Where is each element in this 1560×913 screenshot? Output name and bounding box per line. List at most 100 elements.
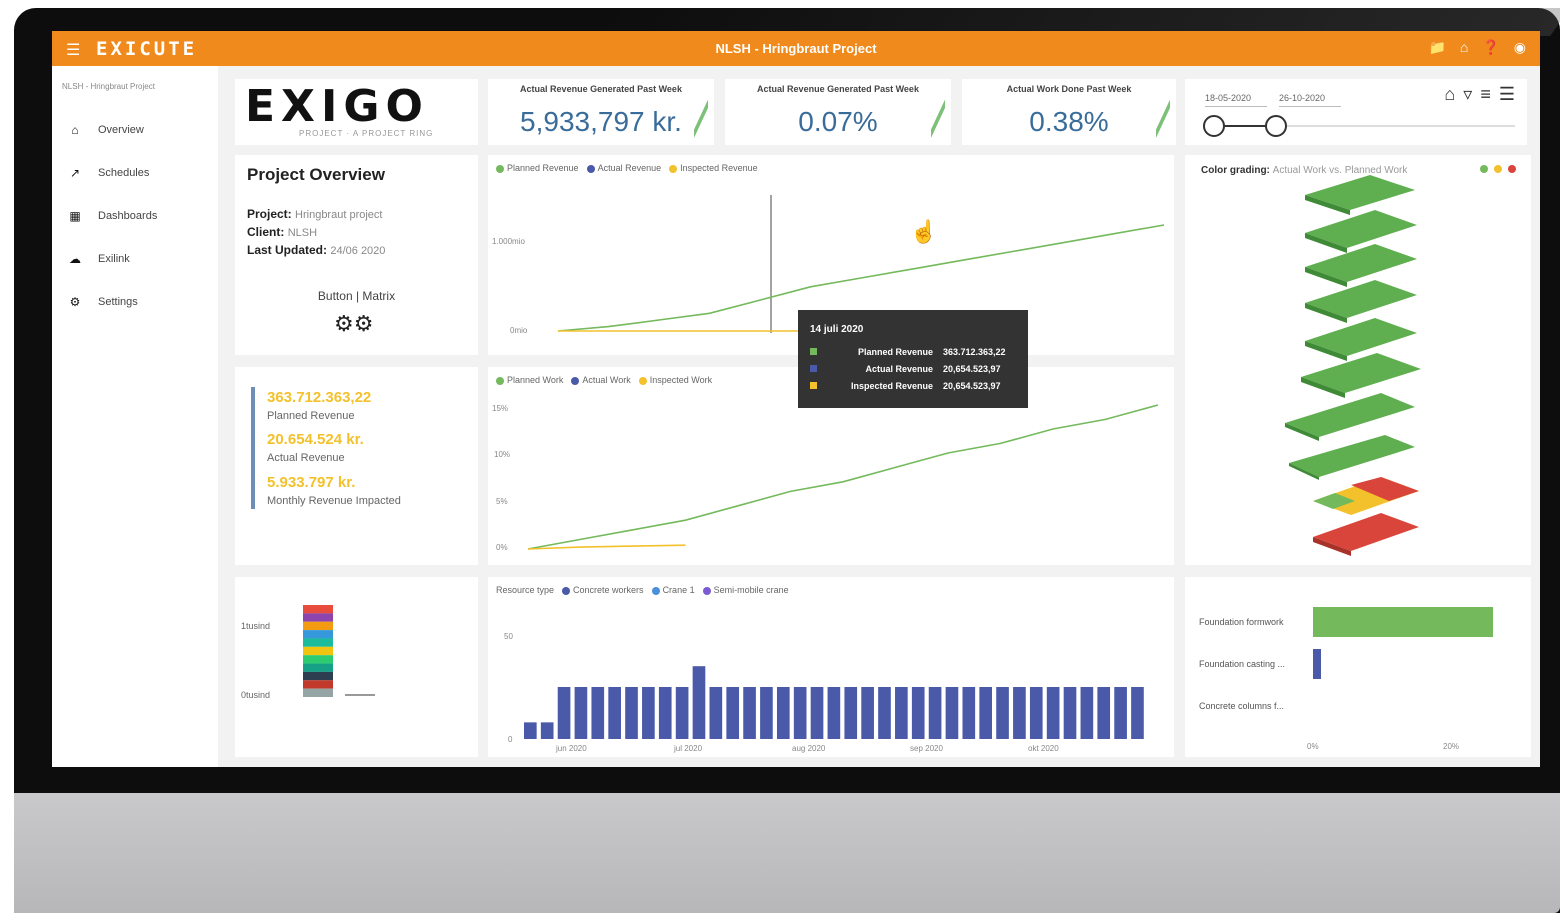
sidebar-item-dashboards[interactable]: ▦ Dashboards	[52, 194, 218, 237]
sidebar-item-schedules[interactable]: ↗ Schedules	[52, 151, 218, 194]
sidebar-item-settings[interactable]: ⚙ Settings	[52, 280, 218, 323]
bar	[1080, 687, 1094, 739]
sidebar-item-exilink[interactable]: ☁ Exilink	[52, 237, 218, 280]
sidebar-nav: ⌂ Overview ↗ Schedules ▦ Dashboards ☁ Exilin…	[52, 108, 218, 323]
bar	[861, 687, 874, 739]
bar	[658, 687, 672, 739]
date-filter-card: 18-05-2020 26-10-2020 ⌂ ▿ ≡ ☰	[1185, 79, 1527, 145]
button-matrix-label: Button | Matrix	[317, 289, 396, 303]
help-icon[interactable]: ❓	[1482, 39, 1499, 56]
building-model-card: Color grading: Actual Work vs. Planned W…	[1185, 155, 1531, 565]
floor-slab	[1305, 318, 1417, 361]
bar	[524, 722, 537, 739]
bar	[827, 687, 841, 739]
bar	[743, 687, 756, 739]
bar	[692, 666, 706, 739]
breadcrumb: NLSH - Hringbraut Project	[62, 82, 155, 91]
x-tick-label: aug 2020	[792, 744, 826, 753]
monitor-chin	[14, 793, 1560, 913]
tooltip-title: 14 juli 2020	[810, 324, 864, 335]
stacked-bar-chart[interactable]: 1tusind 0tusind	[235, 577, 478, 757]
bar	[642, 687, 655, 739]
filter-toolbar: ⌂ ▿ ≡ ☰	[1444, 84, 1515, 105]
kpi-card-revenue-pct[interactable]: Actual Revenue Generated Past Week 0.07%	[725, 79, 951, 145]
stack-segment	[303, 680, 333, 689]
bar	[709, 687, 723, 739]
stack-segment	[303, 605, 333, 614]
exigo-logo-card: EXIGO PROJECT · A PROJECT RING	[235, 79, 478, 145]
date-slider-start-handle[interactable]	[1203, 115, 1225, 137]
bar	[675, 687, 689, 739]
cube-toggle-icon[interactable]: ⚙⚙	[334, 311, 373, 337]
kpi-accent	[931, 95, 945, 141]
y-tick-label: 1tusind	[241, 621, 270, 631]
x-tick-label: sep 2020	[910, 744, 943, 753]
sidebar: NLSH - Hringbraut Project ⌂ Overview ↗ Sch…	[52, 66, 218, 767]
task-progress-chart[interactable]: 0% 20%	[1185, 577, 1531, 757]
kpi-card-revenue[interactable]: Actual Revenue Generated Past Week 5,933…	[488, 79, 714, 145]
app-screen: ☰ EXICUTE NLSH - Hringbraut Project 📁 ⌂ …	[52, 31, 1540, 767]
bar	[979, 687, 992, 739]
bar	[996, 687, 1009, 739]
bar	[608, 687, 621, 739]
bar	[911, 687, 925, 739]
resource-bar-chart-card: Resource type Concrete workers Crane 1 S…	[488, 577, 1174, 757]
list-icon[interactable]: ≡	[1480, 84, 1491, 105]
planned-revenue-label: Planned Revenue	[267, 410, 355, 422]
gear-icon: ⚙	[69, 294, 81, 309]
floor-slab	[1305, 244, 1417, 287]
sidebar-item-label: Schedules	[98, 166, 150, 179]
kpi-card-work[interactable]: Actual Work Done Past Week 0.38%	[962, 79, 1176, 145]
top-icons: 📁 ⌂ ❓ ◉	[1428, 39, 1526, 56]
y-tick-label: 0mio	[510, 326, 528, 335]
kpi-value: 0.38%	[1029, 106, 1109, 137]
bar	[962, 687, 976, 739]
tooltip-row: Planned Revenue 363.712.363,22	[810, 343, 1016, 360]
actual-revenue-label: Actual Revenue	[267, 452, 345, 464]
resource-bar-chart[interactable]: 50 0 jun 2020 jul 2020 aug 2020 sep 2020 okt…	[488, 577, 1174, 757]
chart-tooltip: 14 juli 2020 Planned Revenue 363.712.363,…	[798, 310, 1028, 408]
folder-icon[interactable]: 📁	[1428, 39, 1445, 56]
date-slider-end-handle[interactable]	[1265, 115, 1287, 137]
series-line	[527, 544, 686, 550]
floor-slab	[1305, 280, 1417, 323]
filter-icon[interactable]: ▿	[1463, 84, 1472, 105]
stack-segment	[303, 630, 333, 639]
bar	[1013, 687, 1026, 739]
x-tick-label: jul 2020	[673, 744, 703, 753]
bar	[760, 687, 773, 739]
floor-slab-mixed	[1313, 477, 1419, 515]
bar	[1046, 687, 1060, 739]
sidebar-item-overview[interactable]: ⌂ Overview	[52, 108, 218, 151]
stack-segment	[303, 621, 333, 631]
date-to-field[interactable]: 26-10-2020	[1279, 89, 1341, 107]
sliders-icon[interactable]: ☰	[1499, 84, 1515, 105]
y-tick-label: 50	[504, 632, 513, 641]
y-tick-label: 0	[508, 735, 513, 744]
y-tick-label: 10%	[494, 450, 510, 459]
bar	[928, 687, 942, 739]
actual-revenue-value: 20.654.524 kr.	[267, 431, 364, 448]
stack-segment	[303, 663, 333, 672]
hand-cursor-icon: ☝	[910, 219, 938, 244]
building-model[interactable]	[1185, 155, 1531, 565]
floor-slab-red	[1313, 513, 1419, 556]
stack-segment	[303, 638, 333, 647]
logo-subtitle: PROJECT · A PROJECT RING	[299, 129, 434, 138]
date-from-field[interactable]: 18-05-2020	[1205, 89, 1267, 107]
bar	[844, 687, 858, 739]
app-title: NLSH - Hringbraut Project	[715, 41, 877, 56]
x-tick-label: 0%	[1307, 742, 1319, 751]
sidebar-item-label: Overview	[98, 123, 144, 136]
kpi-label: Actual Revenue Generated Past Week	[757, 84, 919, 94]
bar	[945, 687, 959, 739]
last-updated-row: Last Updated: 24/06 2020	[247, 243, 386, 257]
globe-icon[interactable]: ◉	[1514, 39, 1526, 56]
stacked-bar-chart-card: 1tusind 0tusind	[235, 577, 478, 757]
bar	[557, 687, 571, 739]
stack-segment	[303, 613, 333, 622]
cloud-icon: ☁	[69, 251, 81, 266]
home-icon[interactable]: ⌂	[1460, 39, 1468, 56]
home-icon[interactable]: ⌂	[1444, 84, 1455, 105]
home-icon: ⌂	[71, 122, 79, 137]
